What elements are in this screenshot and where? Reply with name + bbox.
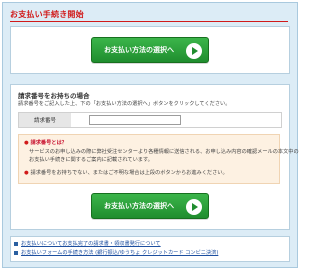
select-payment-button-top[interactable]: お支払い方法の選択へ [91,37,209,63]
billing-number-note: ● 請求番号とは？ サービスのお申し込みの際に弊社受注センターより各種情報に送信さ… [18,134,299,184]
note-heading-text: 請求番号とは？ [30,140,67,146]
select-payment-button-bottom[interactable]: お支払い方法の選択へ [91,193,209,219]
note-body-line3-text: 請求番号をお持ちでない、またはご不明な場合は上段のボタンからお進みください。 [30,170,228,176]
link-square-icon [14,250,18,255]
select-payment-button-label: お支払い方法の選択へ [104,202,174,210]
link-item: お支払いフォームの手続き方法 (銀行振込/ゆうちょ クレジットカード コンビニ決… [14,249,286,258]
link-square-icon [14,241,18,246]
payment-receipt-link[interactable]: お支払いについてお支払完了の請求書・領収書発行について [21,241,161,247]
billing-number-row: 請求番号 [18,112,282,128]
bullet-icon: ● [24,140,29,146]
play-arrow-icon [186,199,202,215]
play-arrow-icon [186,43,202,59]
note-body-line1: サービスのお申し込みの際に弊社受注センターより各種情報に送信される、お申し込み内… [29,149,299,155]
note-body-line3: ● 請求番号をお持ちでない、またはご不明な場合は上段のボタンからお進みください。 [24,169,228,176]
bullet-icon: ● [24,170,29,176]
note-heading: ● 請求番号とは？ [24,139,67,146]
select-payment-button-label: お支払い方法の選択へ [104,46,174,54]
payment-methods-link[interactable]: お支払いフォームの手続き方法 (銀行振込/ゆうちょ クレジットカード コンビニ決… [21,250,218,256]
billing-section-description: 請求番号をご記入した上、下の「お支払い方法の選択へ」ボタンをクリックしてください… [18,101,231,107]
help-links: お支払いについてお支払完了の請求書・領収書発行について お支払いフォームの手続き… [14,240,286,258]
billing-number-label: 請求番号 [19,113,71,127]
link-item: お支払いについてお支払完了の請求書・領収書発行について [14,240,286,249]
title-divider [10,21,288,22]
note-body-line2: お支払い手続きに関するご案内に記載されています。 [29,157,153,163]
page-title: お支払い手続き開始 [10,10,84,19]
billing-number-input[interactable] [89,115,181,125]
billing-section-heading: 請求番号をお持ちの場合 [18,92,90,100]
